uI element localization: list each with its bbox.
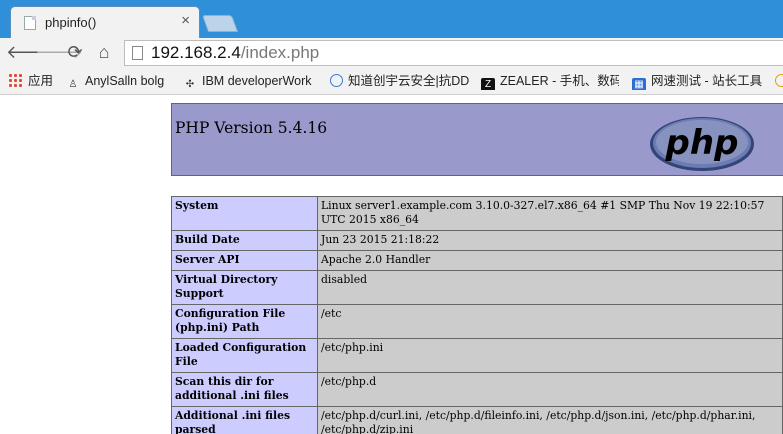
bookmark-label: AnylSalln bolg (85, 74, 165, 88)
table-row: Build Date Jun 23 2015 21:18:22 (171, 230, 783, 251)
url-path: /index.php (240, 43, 320, 62)
row-value: /etc (317, 304, 783, 339)
page-title: PHP Version 5.4.16 (175, 119, 328, 137)
url-host: 192.168.2.4 (151, 43, 241, 62)
row-key: Additional .ini files parsed (171, 406, 318, 434)
php-logo: php (650, 117, 754, 171)
cloud-shield-icon (330, 74, 343, 87)
zealer-icon: Z (481, 78, 495, 90)
page-favicon-icon (24, 16, 36, 30)
bookmark-label: IBM developerWork (202, 74, 312, 88)
person-icon: ♙ (68, 79, 78, 90)
row-value: disabled (317, 270, 783, 305)
table-row: Loaded Configuration File /etc/php.ini (171, 338, 783, 373)
url-text[interactable]: 192.168.2.4/index.php (151, 43, 319, 63)
bookmarks-bar: 应用 ♙ AnylSalln bolg ✣ IBM developerWork 知道… (0, 68, 783, 95)
forward-icon[interactable]: 🡒 (35, 40, 83, 64)
table-row: Scan this dir for additional .ini files … (171, 372, 783, 407)
bookmark-label: 知道创宇云安全|抗DD (348, 74, 470, 88)
speedtest-icon: ▦ (632, 78, 646, 90)
bookmark-label: 应用 (28, 74, 54, 88)
tab-title: phpinfo() (45, 15, 97, 30)
row-key: Loaded Configuration File (171, 338, 318, 373)
apps-icon (8, 73, 22, 87)
row-value: /etc/php.d/curl.ini, /etc/php.d/fileinfo… (317, 406, 783, 434)
page-content: PHP Version 5.4.16 php System Linux serv… (0, 95, 783, 434)
table-row: Configuration File (php.ini) Path /etc (171, 304, 783, 339)
bookmark-knownsec[interactable]: 知道创宇云安全|抗DD (330, 72, 470, 90)
row-key: System (171, 196, 318, 231)
bookmark-speedtest[interactable]: ▦ 网速测试 - 站长工具 (632, 72, 772, 90)
navigation-toolbar: 🡐 🡒 ⟳ ⌂ 192.168.2.4/index.php (0, 38, 783, 68)
row-key: Server API (171, 250, 318, 271)
home-icon[interactable]: ⌂ (93, 40, 115, 64)
row-value: Linux server1.example.com 3.10.0-327.el7… (317, 196, 783, 231)
row-key: Configuration File (php.ini) Path (171, 304, 318, 339)
bookmark-label: ZEALER - 手机、数码 (500, 74, 619, 88)
tab-strip: phpinfo() × (0, 0, 783, 38)
table-row: System Linux server1.example.com 3.10.0-… (171, 196, 783, 231)
bookmark-anylsalln[interactable]: ♙ AnylSalln bolg (66, 72, 174, 90)
row-key: Scan this dir for additional .ini files (171, 372, 318, 407)
phpinfo-table: System Linux server1.example.com 3.10.0-… (171, 196, 783, 434)
php-logo-text: php (665, 123, 739, 163)
bookmark-label: 网速测试 - 站长工具 (651, 74, 763, 88)
bookmark-overflow-icon (775, 74, 783, 87)
ibm-icon: ✣ (185, 79, 195, 90)
bookmark-zealer[interactable]: Z ZEALER - 手机、数码 (481, 72, 619, 90)
row-value: /etc/php.d (317, 372, 783, 407)
bookmark-overflow[interactable] (775, 72, 783, 90)
reload-icon[interactable]: ⟳ (64, 40, 86, 64)
row-value: Jun 23 2015 21:18:22 (317, 230, 783, 251)
php-header: PHP Version 5.4.16 php (171, 103, 783, 176)
close-tab-icon[interactable]: × (181, 13, 190, 29)
row-key: Build Date (171, 230, 318, 251)
table-row: Server API Apache 2.0 Handler (171, 250, 783, 271)
page-icon (132, 46, 143, 60)
back-icon[interactable]: 🡐 (6, 40, 54, 64)
row-value: /etc/php.ini (317, 338, 783, 373)
row-value: Apache 2.0 Handler (317, 250, 783, 271)
new-tab-button[interactable] (201, 15, 239, 32)
tab-phpinfo[interactable]: phpinfo() × (10, 6, 200, 38)
bookmark-ibm[interactable]: ✣ IBM developerWork (183, 72, 319, 90)
row-key: Virtual Directory Support (171, 270, 318, 305)
address-bar[interactable]: 192.168.2.4/index.php (124, 40, 783, 66)
table-row: Additional .ini files parsed /etc/php.d/… (171, 406, 783, 434)
bookmark-apps[interactable]: 应用 (8, 72, 58, 90)
table-row: Virtual Directory Support disabled (171, 270, 783, 305)
